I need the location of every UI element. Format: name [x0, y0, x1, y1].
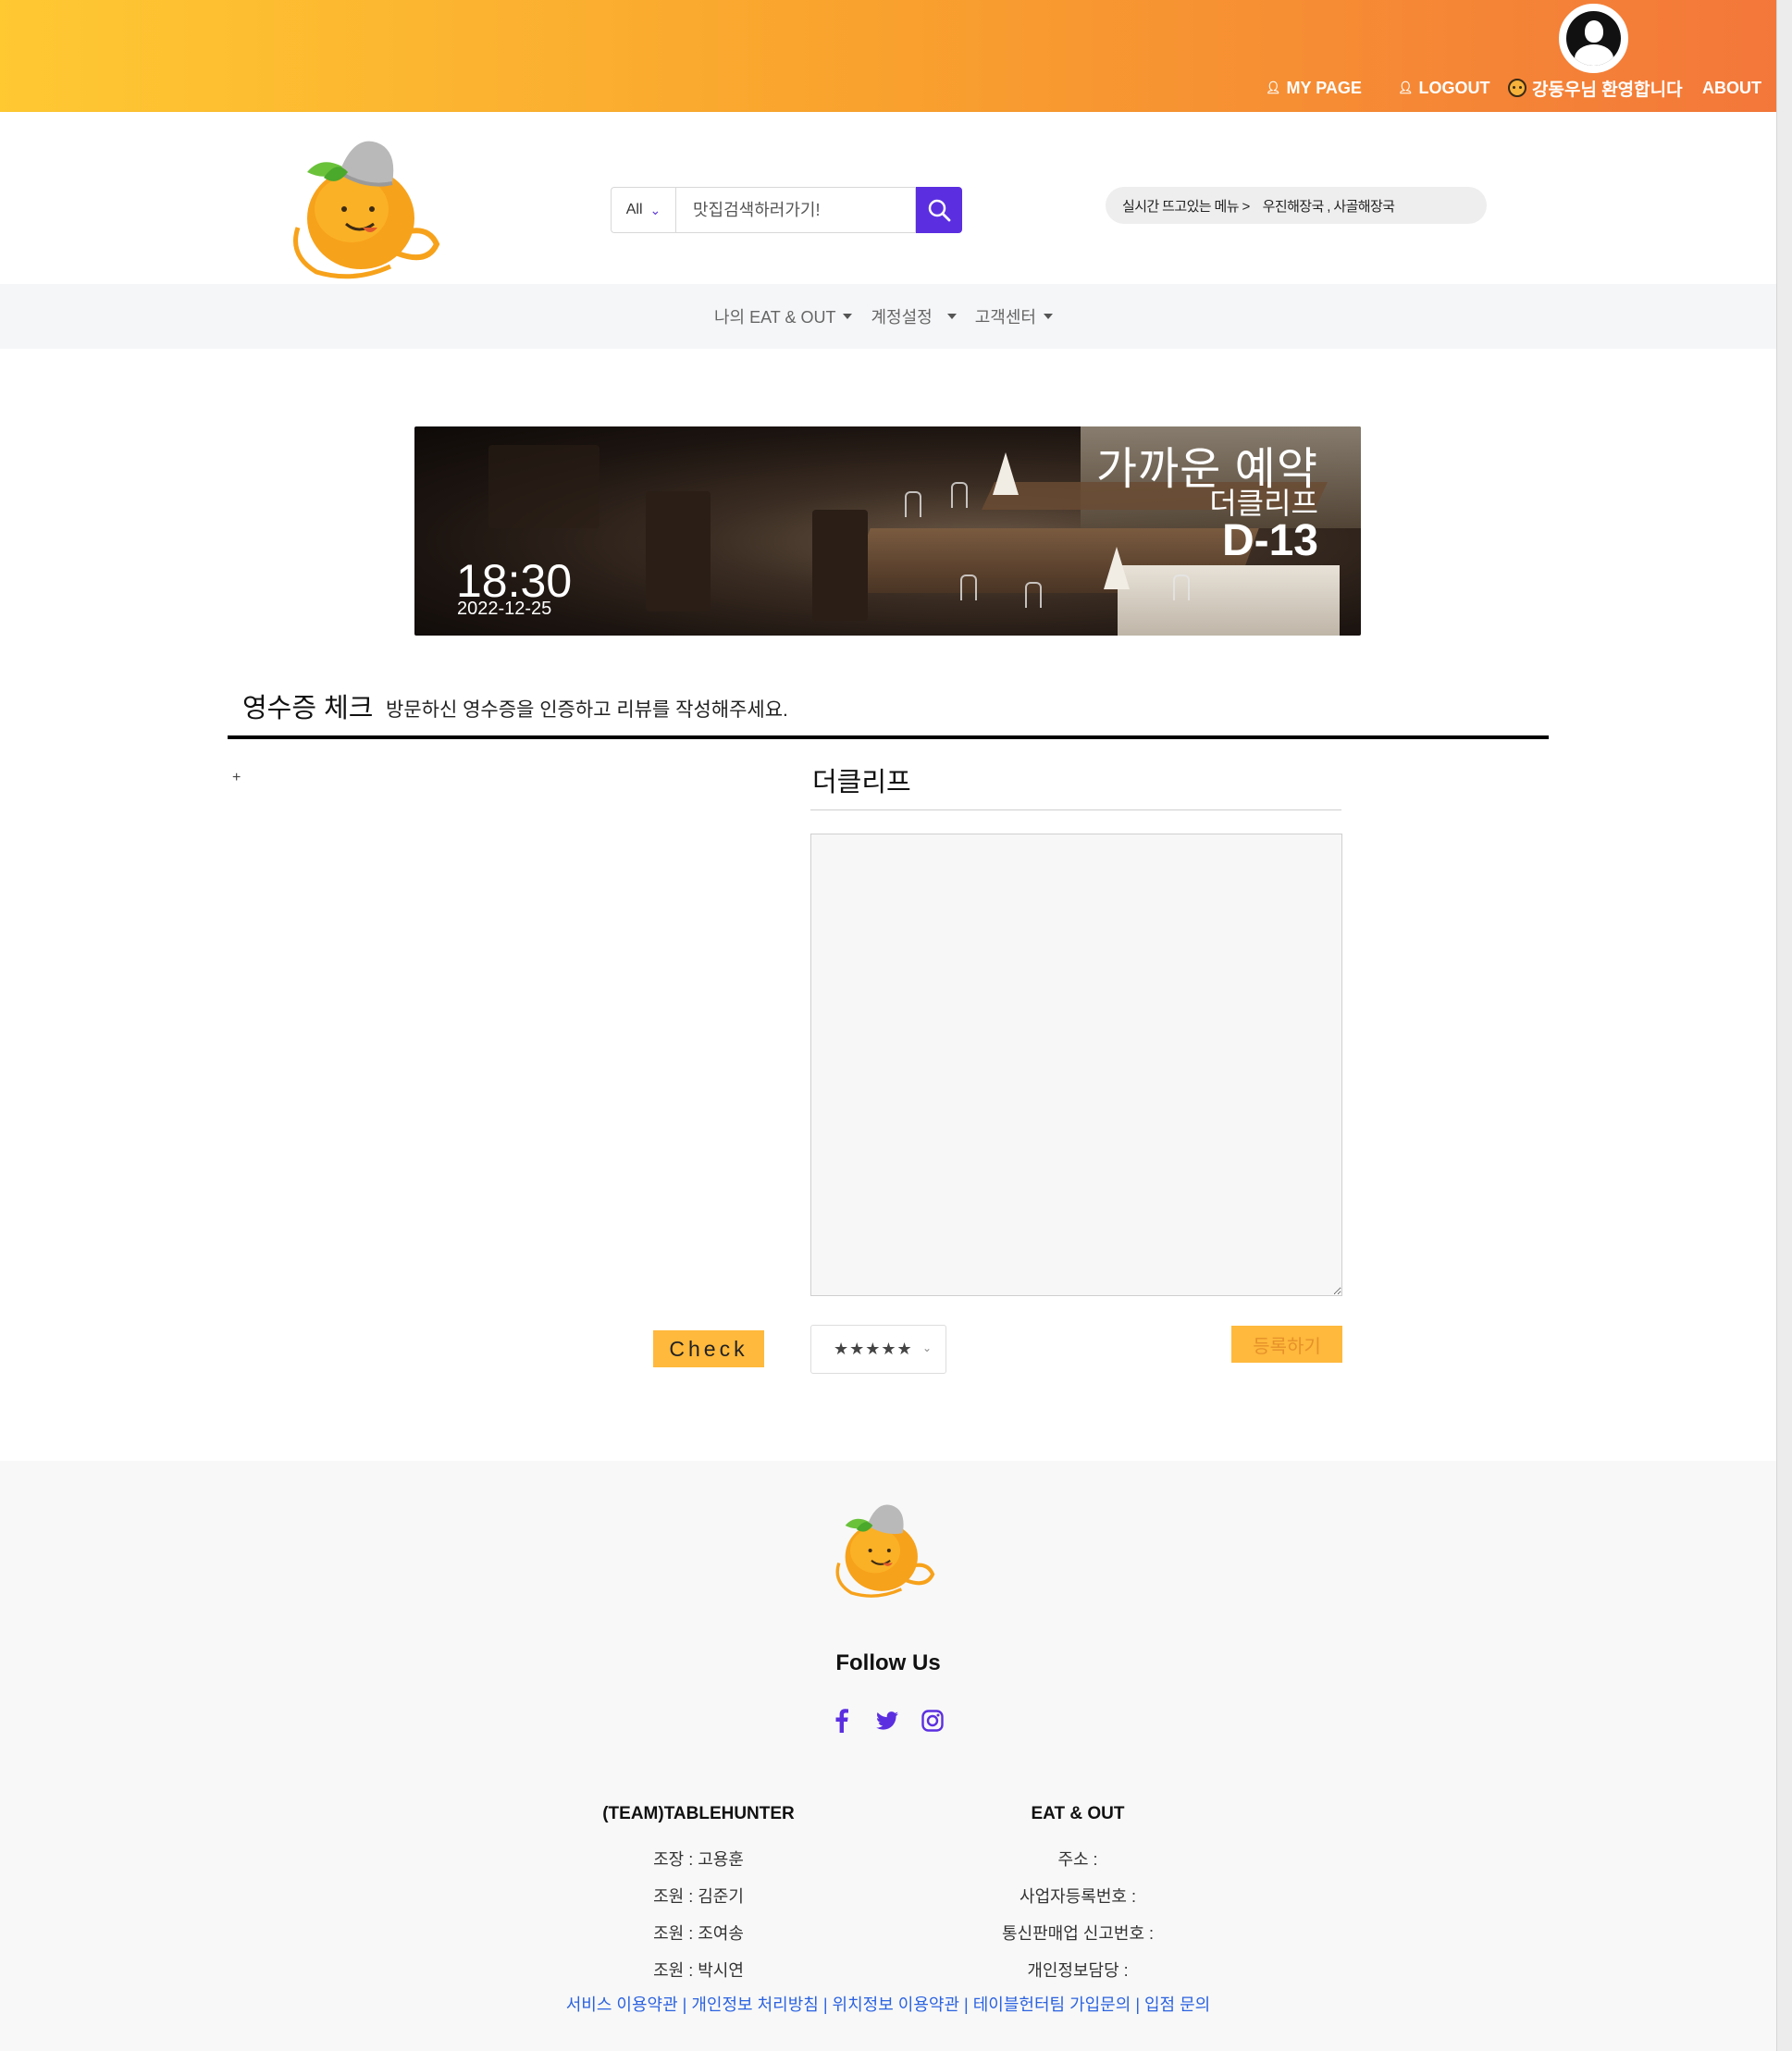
facebook-icon	[835, 1709, 848, 1733]
twitter-icon	[876, 1711, 898, 1730]
logout-link[interactable]: 👤︎ LOGOUT	[1398, 77, 1490, 99]
rating-select[interactable]: ★★★★★ ⌄	[810, 1325, 946, 1374]
banner-photo-glass	[951, 482, 968, 508]
nav-my-eat-out-label: 나의 EAT & OUT	[714, 308, 836, 327]
page: 👤︎ MY PAGE 👤︎ LOGOUT 강동우님 환영합니다 ABOUT Al…	[0, 0, 1776, 2051]
location-terms-link[interactable]: 위치정보 이용약관	[833, 1995, 959, 2014]
company-heading: EAT & OUT	[1031, 1804, 1125, 1823]
banner-photo-glass	[960, 575, 977, 600]
search-input[interactable]	[675, 187, 916, 233]
section-title: 영수증 체크	[242, 694, 374, 723]
user-icon: 👤︎	[1398, 80, 1414, 94]
page-scrollbar[interactable]	[1776, 0, 1792, 2051]
banner-photo-napkin	[993, 452, 1019, 495]
receipt-check-button[interactable]: Check	[653, 1330, 764, 1367]
footer-links: 서비스 이용약관 | 개인정보 처리방침 | 위치정보 이용약관 | 테이블헌터…	[565, 1995, 1211, 2014]
trending-menu-ticker[interactable]: 실시간 뜨고있는 메뉴 > 우진해장국 , 사골해장국	[1106, 187, 1487, 224]
banner-date: 2022-12-25	[457, 599, 552, 619]
team-member: 조장 : 고용훈	[653, 1850, 744, 1869]
store-entry-link[interactable]: 입점 문의	[1144, 1995, 1210, 2014]
about-label: ABOUT	[1702, 78, 1761, 97]
cat-face-icon	[1508, 79, 1526, 97]
chevron-down-icon: ⌄	[921, 1341, 933, 1354]
rating-value: ★★★★★	[834, 1340, 913, 1358]
company-info-line: 주소 :	[1057, 1850, 1098, 1869]
banner-photo-chair	[646, 491, 711, 612]
team-member: 조원 : 김준기	[653, 1887, 744, 1906]
sub-navigation: 나의 EAT & OUT 계정설정 고객센터	[0, 284, 1776, 349]
banner-photo-glass	[905, 491, 921, 517]
top-bar: 👤︎ MY PAGE 👤︎ LOGOUT 강동우님 환영합니다 ABOUT	[0, 0, 1776, 112]
section-divider	[228, 735, 1549, 739]
submit-review-button[interactable]: 등록하기	[1231, 1326, 1342, 1363]
chevron-down-icon: ⌄	[649, 202, 661, 217]
review-restaurant-name: 더클리프	[812, 768, 911, 797]
eat-out-logo[interactable]	[289, 135, 446, 283]
trending-items: 우진해장국 , 사골해장국	[1262, 198, 1395, 215]
section-description: 방문하신 영수증을 인증하고 리뷰를 작성해주세요.	[386, 699, 788, 721]
nav-account-settings-dropdown[interactable]: 계정설정	[871, 304, 957, 328]
instagram-link[interactable]	[921, 1709, 944, 1733]
team-join-link[interactable]: 테이블헌터팀 가입문의	[973, 1995, 1131, 2014]
user-icon: 👤︎	[1266, 80, 1281, 94]
welcome-message: 강동우님 환영합니다	[1508, 77, 1683, 100]
team-member: 조원 : 조여송	[653, 1924, 744, 1943]
team-heading: (TEAM)TABLEHUNTER	[602, 1804, 795, 1823]
search-button[interactable]	[916, 187, 962, 233]
banner-photo-chair	[488, 445, 599, 528]
banner-photo-glass	[1025, 582, 1042, 608]
facebook-link[interactable]	[831, 1709, 853, 1733]
about-link[interactable]: ABOUT	[1702, 77, 1761, 99]
my-page-link[interactable]: 👤︎ MY PAGE	[1266, 77, 1362, 99]
my-page-label: MY PAGE	[1286, 78, 1362, 97]
banner-photo-napkin	[1104, 547, 1130, 589]
nav-my-eat-out-dropdown[interactable]: 나의 EAT & OUT	[714, 304, 853, 328]
follow-us-heading: Follow Us	[835, 1650, 941, 1675]
trending-label: 실시간 뜨고있는 메뉴 >	[1122, 198, 1250, 215]
search-icon	[928, 199, 951, 222]
banner-photo-chair	[812, 510, 868, 621]
instagram-icon	[921, 1710, 944, 1732]
search-bar: All ⌄	[611, 187, 962, 233]
caret-down-icon	[946, 314, 957, 319]
banner-photo-glass	[1173, 575, 1190, 600]
profile-avatar[interactable]	[1559, 4, 1628, 73]
company-info-line: 개인정보담당 :	[1027, 1961, 1129, 1980]
nav-customer-center-dropdown[interactable]: 고객센터	[975, 304, 1053, 328]
caret-down-icon	[843, 314, 853, 319]
terms-of-service-link[interactable]: 서비스 이용약관	[566, 1995, 678, 2014]
welcome-text: 강동우님 환영합니다	[1532, 80, 1683, 100]
review-textarea[interactable]	[810, 834, 1342, 1296]
nav-customer-center-label: 고객센터	[974, 308, 1036, 327]
caret-down-icon	[1043, 314, 1053, 319]
team-member: 조원 : 박시연	[653, 1961, 744, 1980]
user-silhouette-icon	[1566, 11, 1621, 66]
logout-label: LOGOUT	[1418, 78, 1490, 97]
receipt-upload-button[interactable]: +	[232, 770, 241, 786]
search-category-select[interactable]: All ⌄	[611, 187, 675, 233]
nav-account-settings-label: 계정설정	[871, 308, 933, 327]
company-info-line: 통신판매업 신고번호 :	[1001, 1924, 1155, 1943]
privacy-policy-link[interactable]: 개인정보 처리방침	[691, 1995, 818, 2014]
company-info-line: 사업자등록번호 :	[1020, 1887, 1136, 1906]
search-category-value: All	[625, 202, 643, 217]
footer-eat-out-logo[interactable]	[833, 1501, 939, 1600]
restaurant-name-divider	[810, 809, 1341, 810]
upcoming-reservation-banner[interactable]: 가까운 예약 더클리프 D-13 18:30 2022-12-25	[414, 426, 1361, 636]
twitter-link[interactable]	[876, 1709, 898, 1733]
banner-photo-tablecloth	[1118, 565, 1340, 636]
banner-dday: D-13	[1221, 516, 1318, 565]
